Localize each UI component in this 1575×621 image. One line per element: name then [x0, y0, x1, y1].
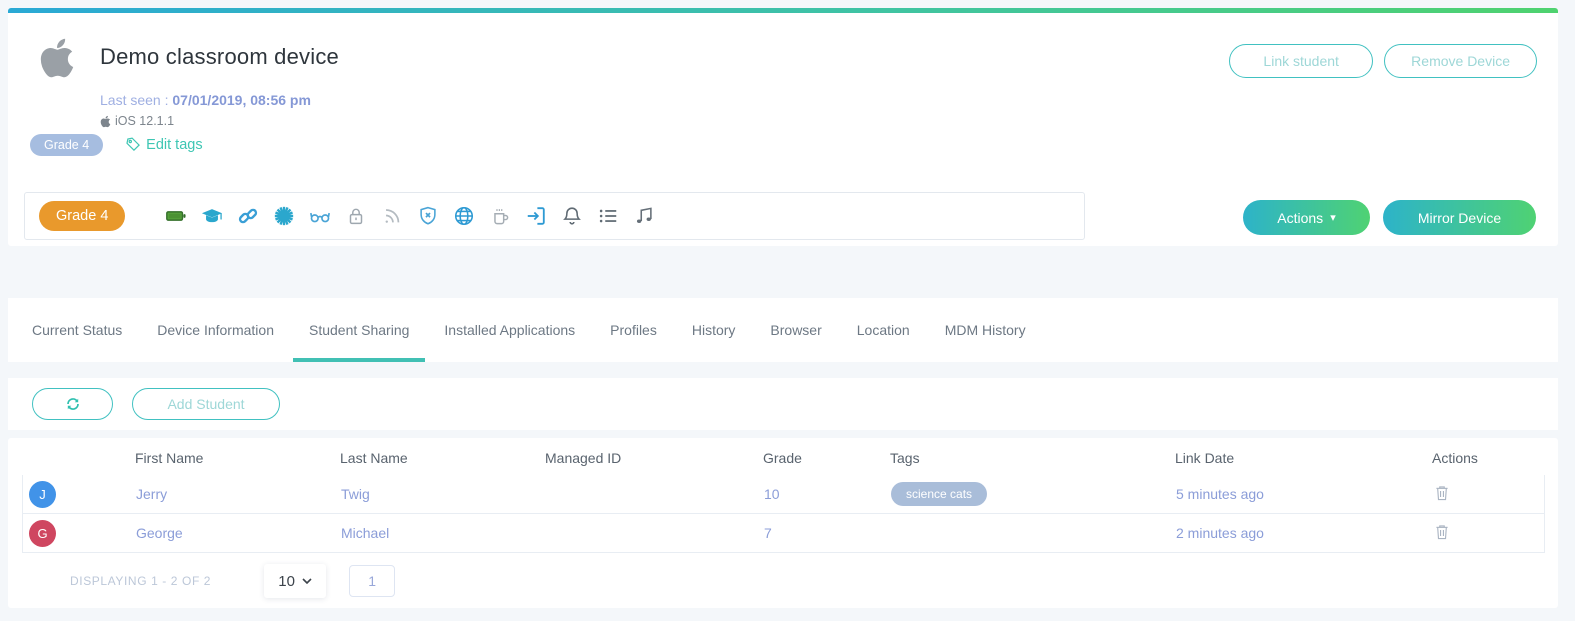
cell-first-name: George: [136, 525, 183, 541]
cell-first-name: Jerry: [136, 486, 168, 502]
sign-in-icon: [525, 205, 547, 227]
student-sharing-toolbar: Add Student: [8, 378, 1558, 430]
tab-mdm-history[interactable]: MDM History: [945, 298, 1026, 362]
displaying-count-label: DISPLAYING 1 - 2 OF 2: [70, 574, 212, 588]
tab-student-sharing[interactable]: Student Sharing: [292, 298, 426, 362]
last-seen-value: 07/01/2019, 08:56 pm: [172, 92, 311, 108]
avatar: J: [29, 480, 56, 508]
table-row: J Jerry Twig 10 science cats 5 minutes a…: [22, 475, 1545, 514]
col-grade: Grade: [763, 450, 802, 466]
cell-link-date: 5 minutes ago: [1176, 486, 1264, 502]
battery-icon: [165, 205, 187, 227]
tag-icon: [126, 137, 141, 152]
grade-group-chip: Grade 4: [39, 201, 126, 231]
link-student-button[interactable]: Link student: [1229, 44, 1374, 78]
edit-tags-link[interactable]: Edit tags: [125, 137, 203, 153]
mirror-device-label: Mirror Device: [1417, 209, 1502, 226]
apple-glyph-icon: [100, 115, 111, 127]
cell-grade: 7: [764, 525, 772, 541]
lock-icon: [345, 205, 367, 227]
chain-link-icon: [237, 205, 259, 227]
trash-icon: [1436, 485, 1448, 500]
rss-icon: [381, 205, 403, 227]
last-seen-label: Last seen :: [100, 92, 169, 108]
cell-last-name: Twig: [341, 486, 370, 502]
shield-x-icon: [417, 205, 439, 227]
avatar: G: [29, 519, 56, 547]
os-version: iOS 12.1.1: [100, 114, 174, 128]
cell-grade: 10: [764, 486, 780, 502]
tab-installed-applications[interactable]: Installed Applications: [444, 298, 575, 362]
tab-profiles[interactable]: Profiles: [610, 298, 657, 362]
pagination-bar: DISPLAYING 1 - 2 OF 2 10: [22, 553, 1545, 609]
graduation-cap-icon: [201, 205, 223, 227]
col-first-name: First Name: [135, 450, 204, 466]
glasses-icon: [309, 205, 331, 227]
last-seen: Last seen : 07/01/2019, 08:56 pm: [100, 92, 311, 108]
student-tag-pill: science cats: [891, 482, 988, 506]
tab-browser[interactable]: Browser: [770, 298, 821, 362]
page-size-value: 10: [278, 572, 295, 590]
page-number-input[interactable]: [349, 565, 396, 597]
col-last-name: Last Name: [340, 450, 408, 466]
col-tags: Tags: [890, 450, 920, 466]
bell-icon: [561, 205, 583, 227]
tab-device-information[interactable]: Device Information: [157, 298, 274, 362]
edit-tags-label: Edit tags: [146, 137, 203, 153]
delete-student-button[interactable]: [1433, 484, 1451, 503]
add-student-button[interactable]: Add Student: [132, 388, 280, 420]
list-icon: [597, 205, 619, 227]
music-note-icon: [633, 205, 655, 227]
col-actions: Actions: [1432, 450, 1478, 466]
col-managed-id: Managed ID: [545, 450, 622, 466]
tab-location[interactable]: Location: [857, 298, 910, 362]
student-sharing-table-card: First Name Last Name Managed ID Grade Ta…: [8, 438, 1558, 608]
device-detail-tabs: Current Status Device Information Studen…: [8, 298, 1558, 362]
tab-history[interactable]: History: [692, 298, 736, 362]
os-version-label: iOS 12.1.1: [115, 114, 175, 128]
refresh-button[interactable]: [32, 388, 113, 420]
table-row: G George Michael 7 2 minutes ago: [22, 514, 1545, 553]
trash-icon: [1436, 524, 1448, 539]
device-status-toolbar: Grade 4: [24, 192, 1085, 240]
mug-icon: [489, 205, 511, 227]
refresh-icon: [66, 398, 79, 410]
page-title: Demo classroom device: [100, 44, 339, 69]
table-header-row: First Name Last Name Managed ID Grade Ta…: [22, 438, 1545, 475]
device-header-card: Demo classroom device Last seen : 07/01/…: [8, 8, 1558, 246]
cell-link-date: 2 minutes ago: [1176, 525, 1264, 541]
tab-current-status[interactable]: Current Status: [32, 298, 122, 362]
col-link-date: Link Date: [1175, 450, 1235, 466]
page-size-select[interactable]: 10: [264, 564, 327, 598]
actions-dropdown-button[interactable]: Actions ▾: [1243, 200, 1370, 235]
apple-logo-icon: [38, 36, 76, 80]
grade-tag-badge: Grade 4: [30, 134, 104, 156]
mirror-device-button[interactable]: Mirror Device: [1383, 200, 1536, 235]
caret-down-icon: ▾: [1330, 212, 1336, 224]
chevron-down-icon: [302, 578, 312, 584]
top-gradient-bar: [8, 8, 1558, 13]
delete-student-button[interactable]: [1433, 523, 1451, 542]
cell-last-name: Michael: [341, 525, 390, 541]
burst-icon: [273, 205, 295, 227]
actions-label: Actions: [1277, 209, 1324, 226]
remove-device-button[interactable]: Remove Device: [1384, 44, 1537, 78]
globe-icon: [453, 205, 475, 227]
